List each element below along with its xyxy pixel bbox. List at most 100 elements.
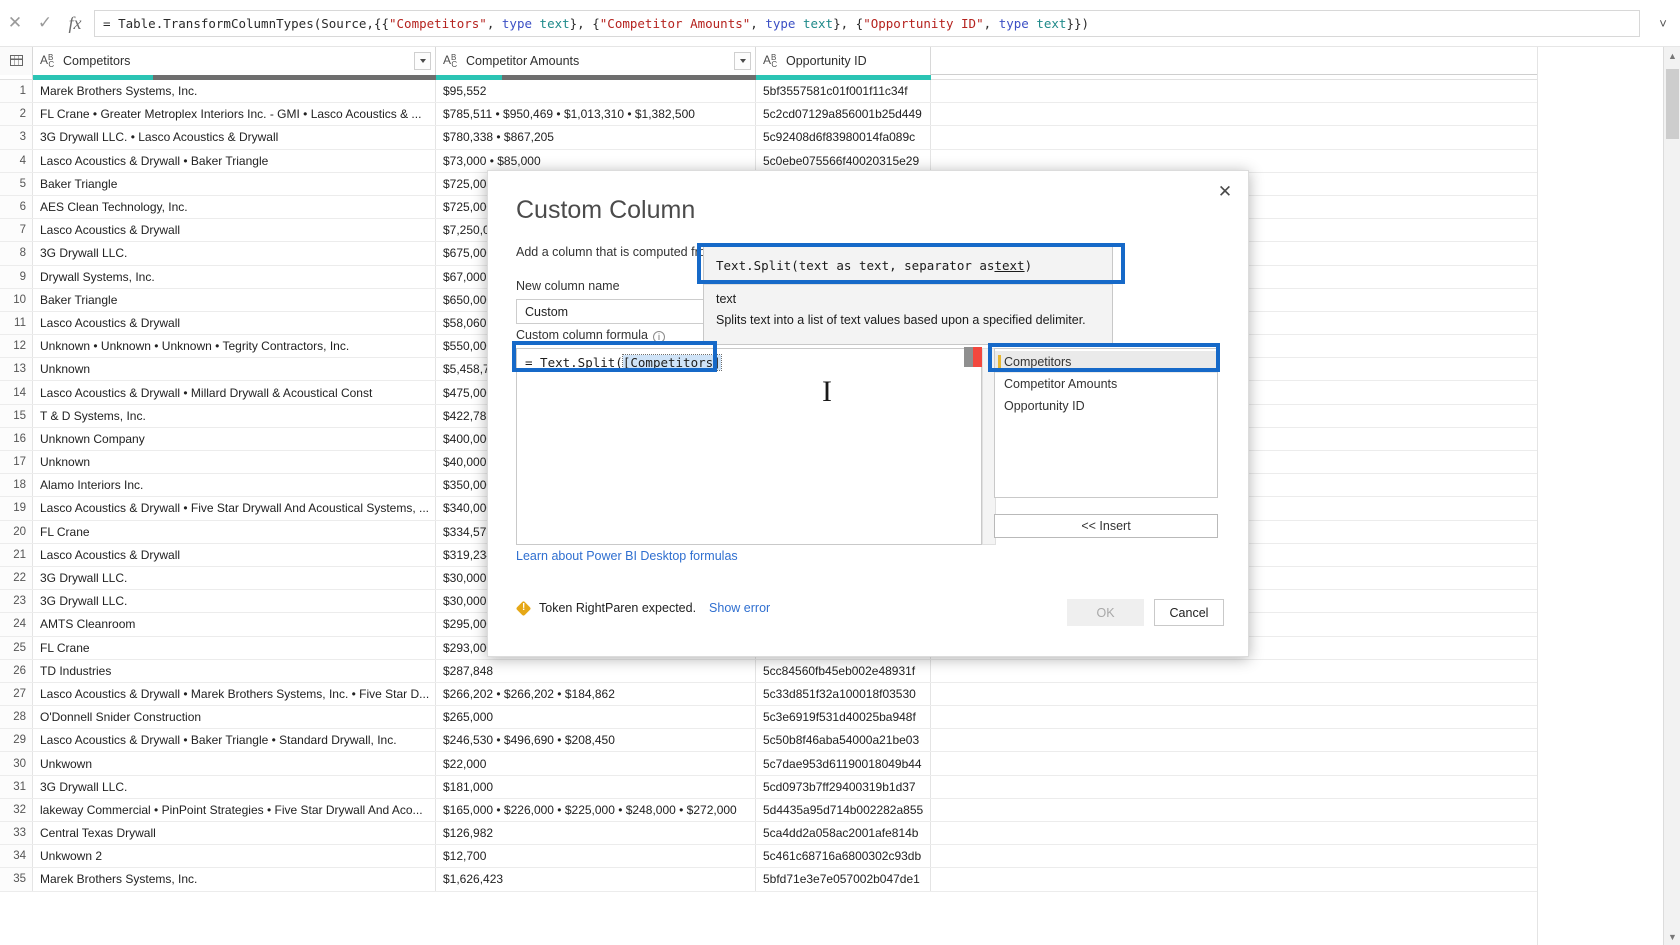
cell-competitors[interactable]: AMTS Cleanroom — [33, 613, 436, 636]
cell-competitors[interactable]: TD Industries — [33, 659, 436, 682]
column-header-competitor-amounts[interactable]: ABC Competitor Amounts — [436, 47, 756, 75]
cell-competitors[interactable]: Marek Brothers Systems, Inc. — [33, 80, 436, 103]
cell-competitors[interactable]: O'Donnell Snider Construction — [33, 706, 436, 729]
cell-competitors[interactable]: Baker Triangle — [33, 288, 436, 311]
cell-amounts[interactable]: $95,552 — [436, 80, 756, 103]
cell-amounts[interactable]: $126,982 — [436, 822, 756, 845]
table-row[interactable]: 3 3G Drywall LLC. • Lasco Acoustics & Dry… — [0, 126, 1537, 150]
cell-competitors[interactable]: Alamo Interiors Inc. — [33, 474, 436, 497]
table-row[interactable]: 1 Marek Brothers Systems, Inc. $95,552 5bf3… — [0, 80, 1537, 104]
custom-column-formula-input[interactable]: = Text.Split([Competitors] — [516, 348, 982, 545]
scrollbar-thumb[interactable] — [1666, 69, 1679, 139]
cell-competitors[interactable]: Unknown • Unknown • Unknown • Tegrity Co… — [33, 335, 436, 358]
cell-competitors[interactable]: Baker Triangle — [33, 172, 436, 195]
column-filter-dropdown-competitors[interactable] — [414, 51, 431, 70]
available-columns-list[interactable]: Competitors Competitor Amounts Opportuni… — [994, 348, 1218, 498]
cell-opportunity-id[interactable]: 5cc84560fb45eb002e48931f — [756, 659, 931, 682]
cell-competitors[interactable]: 3G Drywall LLC. — [33, 566, 436, 590]
cell-opportunity-id[interactable]: 5c7dae953d61190018049b44 — [756, 752, 931, 775]
cell-competitors[interactable]: 3G Drywall LLC. — [33, 590, 436, 613]
cell-amounts[interactable]: $287,848 — [436, 659, 756, 682]
table-row[interactable]: 31 3G Drywall LLC. $181,000 5cd0973b7ff2940… — [0, 775, 1537, 799]
cell-competitors[interactable]: FL Crane — [33, 636, 436, 659]
cell-opportunity-id[interactable]: 5bf3557581c01f001f11c34f — [756, 80, 931, 103]
table-row[interactable]: 2 FL Crane • Greater Metroplex Interiors … — [0, 103, 1537, 127]
cell-opportunity-id[interactable]: 5bfd71e3e7e057002b047de1 — [756, 868, 931, 891]
cell-opportunity-id[interactable]: 5c0ebe075566f40020315e29 — [756, 149, 931, 172]
formula-input[interactable]: = Table.TransformColumnTypes(Source,{{"C… — [94, 9, 1640, 37]
cell-opportunity-id[interactable]: 5c33d851f32a100018f03530 — [756, 682, 931, 706]
cell-amounts[interactable]: $780,338 • $867,205 — [436, 126, 756, 149]
cell-competitors[interactable]: Unknown — [33, 358, 436, 381]
cell-amounts[interactable]: $22,000 — [436, 752, 756, 775]
cell-competitors[interactable]: 3G Drywall LLC. — [33, 775, 436, 798]
cell-competitors[interactable]: AES Clean Technology, Inc. — [33, 195, 436, 219]
column-header-competitors[interactable]: ABC Competitors — [33, 47, 436, 75]
vertical-scrollbar[interactable]: ▲ ▼ — [1663, 47, 1680, 945]
cell-competitors[interactable]: Lasco Acoustics & Drywall • Baker Triang… — [33, 149, 436, 172]
cell-amounts[interactable]: $246,530 • $496,690 • $208,450 — [436, 729, 756, 752]
select-all-table-icon[interactable] — [0, 47, 33, 75]
cell-competitors[interactable]: T & D Systems, Inc. — [33, 404, 436, 427]
cell-competitors[interactable]: Lasco Acoustics & Drywall — [33, 219, 436, 242]
cell-amounts[interactable]: $265,000 — [436, 706, 756, 729]
cell-opportunity-id[interactable]: 5ca4dd2a058ac2001afe814b — [756, 822, 931, 845]
cell-competitors[interactable]: Marek Brothers Systems, Inc. — [33, 868, 436, 891]
cell-competitors[interactable]: Lasco Acoustics & Drywall • Baker Triang… — [33, 729, 436, 752]
cell-opportunity-id[interactable]: 5c461c68716a6800302c93db — [756, 845, 931, 868]
scroll-down-arrow-icon[interactable]: ▼ — [1664, 928, 1680, 945]
cell-competitors[interactable]: Lasco Acoustics & Drywall — [33, 311, 436, 335]
cell-competitors[interactable]: Lasco Acoustics & Drywall • Millard Dryw… — [33, 381, 436, 404]
cell-competitors[interactable]: Unkwown 2 — [33, 845, 436, 868]
table-row[interactable]: 32 lakeway Commercial • PinPoint Strategi… — [0, 798, 1537, 822]
cell-competitors[interactable]: FL Crane • Greater Metroplex Interiors I… — [33, 103, 436, 126]
insert-button[interactable]: << Insert — [994, 514, 1218, 538]
cell-competitors[interactable]: Lasco Acoustics & Drywall — [33, 543, 436, 566]
cell-amounts[interactable]: $165,000 • $226,000 • $225,000 • $248,00… — [436, 798, 756, 821]
cell-competitors[interactable]: Unkwown — [33, 752, 436, 775]
column-header-opportunity-id[interactable]: ABC Opportunity ID — [756, 47, 931, 75]
cell-competitors[interactable]: Drywall Systems, Inc. — [33, 265, 436, 288]
table-row[interactable]: 26 TD Industries $287,848 5cc84560fb45eb002… — [0, 659, 1537, 683]
cell-amounts[interactable]: $266,202 • $266,202 • $184,862 — [436, 682, 756, 706]
cell-opportunity-id[interactable]: 5d4435a95d714b002282a855 — [756, 798, 931, 821]
table-row[interactable]: 35 Marek Brothers Systems, Inc. $1,626,423… — [0, 868, 1537, 892]
checkmark-icon[interactable]: ✓ — [30, 0, 60, 47]
learn-formulas-link[interactable]: Learn about Power BI Desktop formulas — [516, 549, 738, 563]
column-filter-dropdown-competitor-amounts[interactable] — [734, 51, 751, 70]
ok-button[interactable]: OK — [1067, 599, 1144, 626]
cell-amounts[interactable]: $181,000 — [436, 775, 756, 798]
scroll-up-arrow-icon[interactable]: ▲ — [1664, 47, 1680, 64]
cell-competitors[interactable]: Central Texas Drywall — [33, 822, 436, 845]
cell-opportunity-id[interactable]: 5cd0973b7ff29400319b1d37 — [756, 775, 931, 798]
cell-competitors[interactable]: Unknown — [33, 451, 436, 474]
table-row[interactable]: 30 Unkwown $22,000 5c7dae953d61190018049b44 — [0, 752, 1537, 776]
cell-competitors[interactable]: lakeway Commercial • PinPoint Strategies… — [33, 798, 436, 821]
table-row[interactable]: 34 Unkwown 2 $12,700 5c461c68716a6800302c93… — [0, 845, 1537, 869]
close-icon[interactable]: ✕ — [1210, 179, 1240, 205]
show-error-link[interactable]: Show error — [709, 601, 770, 615]
cell-competitors[interactable]: 3G Drywall LLC. • Lasco Acoustics & Dryw… — [33, 126, 436, 149]
cell-amounts[interactable]: $12,700 — [436, 845, 756, 868]
fx-icon[interactable]: fx — [60, 0, 90, 47]
cell-amounts[interactable]: $73,000 • $85,000 — [436, 149, 756, 172]
info-icon[interactable]: i — [653, 331, 665, 343]
cell-competitors[interactable]: Unknown Company — [33, 427, 436, 450]
cell-amounts[interactable]: $1,626,423 — [436, 868, 756, 891]
table-row[interactable]: 28 O'Donnell Snider Construction $265,000 5… — [0, 706, 1537, 730]
cell-opportunity-id[interactable]: 5c3e6919f531d40025ba948f — [756, 706, 931, 729]
cell-competitors[interactable]: 3G Drywall LLC. — [33, 242, 436, 265]
cell-opportunity-id[interactable]: 5c2cd07129a856001b25d449 — [756, 103, 931, 126]
cell-amounts[interactable]: $785,511 • $950,469 • $1,013,310 • $1,38… — [436, 103, 756, 126]
cell-competitors[interactable]: Lasco Acoustics & Drywall • Five Star Dr… — [33, 497, 436, 520]
column-list-item-competitors[interactable]: Competitors — [995, 351, 1217, 373]
table-row[interactable]: 27 Lasco Acoustics & Drywall • Marek Brot… — [0, 682, 1537, 707]
table-row[interactable]: 33 Central Texas Drywall $126,982 5ca4dd2a0… — [0, 822, 1537, 846]
table-row[interactable]: 29 Lasco Acoustics & Drywall • Baker Tria… — [0, 729, 1537, 753]
cancel-button[interactable]: Cancel — [1154, 599, 1224, 626]
chevron-down-icon[interactable]: ˅ — [1646, 0, 1680, 47]
cell-competitors[interactable]: Lasco Acoustics & Drywall • Marek Brothe… — [33, 682, 436, 706]
cell-opportunity-id[interactable]: 5c92408d6f83980014fa089c — [756, 126, 931, 149]
column-list-item-competitor-amounts[interactable]: Competitor Amounts — [995, 373, 1217, 395]
cell-competitors[interactable]: FL Crane — [33, 520, 436, 543]
